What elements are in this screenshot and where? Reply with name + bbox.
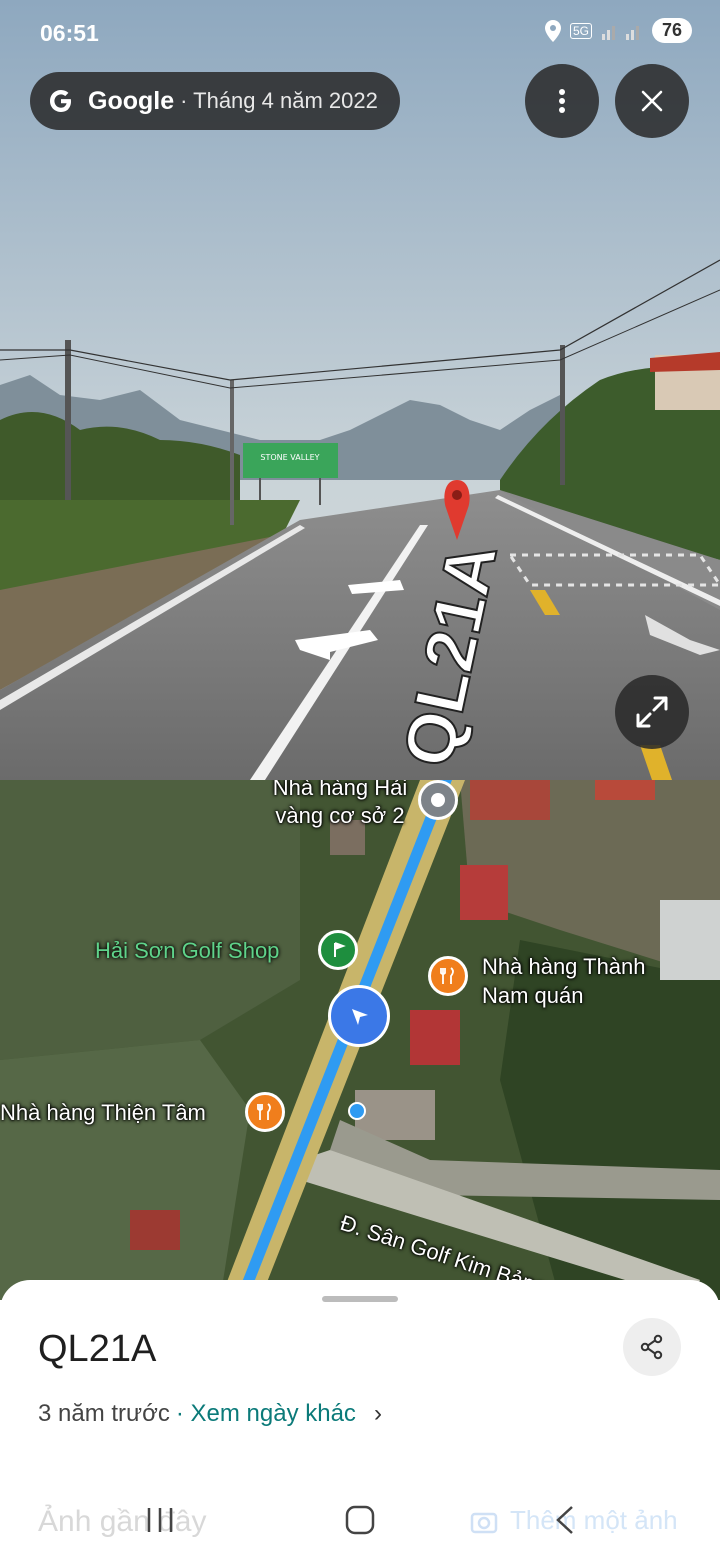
more-options-button[interactable] xyxy=(525,64,599,138)
restaurant-icon xyxy=(257,1103,271,1120)
map-label-restaurant-hai[interactable]: Nhà hàng Hải vàng cơ sở 2 xyxy=(250,780,430,830)
current-position-marker[interactable] xyxy=(328,985,390,1047)
map-label-thanh-nam-line2: Nam quán xyxy=(482,983,584,1008)
recents-icon xyxy=(147,1508,173,1532)
close-button[interactable] xyxy=(615,64,689,138)
billboard-text: STONE VALLEY xyxy=(260,453,319,462)
map-label-thien-tam[interactable]: Nhà hàng Thiện Tâm xyxy=(0,1100,206,1126)
fullscreen-button[interactable] xyxy=(615,675,689,749)
expand-icon xyxy=(636,696,668,728)
chevron-right-icon[interactable]: › xyxy=(374,1400,382,1428)
restaurant-poi-thanh-nam[interactable] xyxy=(428,956,468,996)
signal-icon xyxy=(601,25,639,40)
satellite-map[interactable]: Nhà hàng Hải vàng cơ sở 2 Hải Sơn Golf S… xyxy=(0,780,720,1300)
restaurant-icon xyxy=(440,967,454,984)
battery-indicator: 76 xyxy=(651,18,692,43)
golf-icon xyxy=(334,942,346,957)
capture-age-row: 3 năm trước · Xem ngày khác › xyxy=(38,1400,382,1428)
add-photo-icon xyxy=(470,1512,498,1533)
back-icon xyxy=(556,1506,573,1534)
recent-photos-label: Ảnh gần đây xyxy=(38,1505,207,1538)
imagery-source-chip[interactable]: Google · Tháng 4 năm 2022 xyxy=(30,72,400,130)
add-photo-label: Thêm một ảnh xyxy=(510,1505,678,1535)
capture-date: · Tháng 4 năm 2022 xyxy=(180,88,378,113)
more-vert-icon xyxy=(559,89,565,113)
navigation-arrow-icon xyxy=(352,1009,368,1025)
network-badge: 5G xyxy=(569,22,592,39)
golf-shop-poi[interactable] xyxy=(318,930,358,970)
share-icon xyxy=(640,1334,663,1360)
place-title: QL21A xyxy=(38,1328,157,1370)
capture-age: 3 năm trước xyxy=(38,1400,170,1427)
share-button[interactable] xyxy=(623,1318,681,1376)
close-icon xyxy=(641,90,663,112)
sheet-drag-handle[interactable] xyxy=(322,1296,398,1302)
map-label-golf-shop[interactable]: Hải Sơn Golf Shop xyxy=(95,938,279,964)
route-waypoint-dot xyxy=(348,1102,366,1120)
status-icons: 5G 76 xyxy=(544,18,692,43)
location-icon xyxy=(544,19,561,42)
google-g-icon xyxy=(50,90,71,112)
status-time: 06:51 xyxy=(40,20,99,46)
home-icon xyxy=(345,1505,375,1535)
nav-home-button[interactable] xyxy=(340,1500,380,1540)
marker-dot-icon xyxy=(431,793,445,807)
map-label-thanh-nam[interactable]: Nhà hàng Thành Nam quán xyxy=(482,952,646,1010)
nav-recents-button[interactable] xyxy=(140,1500,180,1540)
nav-back-button[interactable] xyxy=(545,1500,585,1540)
restaurant-poi-thien-tam[interactable] xyxy=(245,1092,285,1132)
map-label-thanh-nam-line1: Nhà hàng Thành xyxy=(482,954,646,979)
see-other-dates-link[interactable]: · Xem ngày khác xyxy=(176,1400,356,1428)
source-brand: Google xyxy=(88,86,175,115)
